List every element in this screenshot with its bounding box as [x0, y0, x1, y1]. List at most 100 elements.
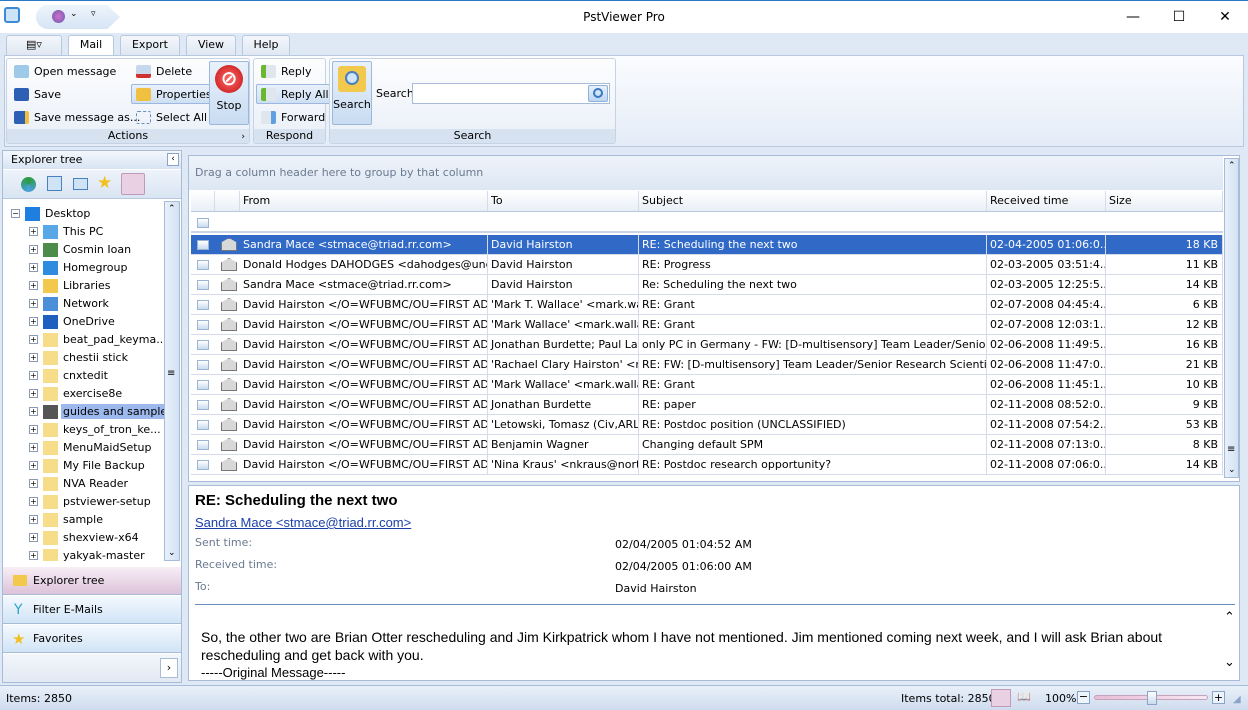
- table-row[interactable]: Donald Hodges DAHODGES <dahodges@uncg...…: [191, 255, 1223, 275]
- forward-button[interactable]: Forward: [256, 107, 326, 127]
- expand-icon[interactable]: +: [29, 551, 38, 560]
- scroll-up-icon[interactable]: ⌃: [1228, 161, 1236, 171]
- column-subject[interactable]: Subject: [639, 191, 987, 211]
- search-go-button[interactable]: [588, 85, 608, 102]
- expand-icon[interactable]: +: [29, 407, 38, 416]
- tree-item[interactable]: + Libraries: [29, 277, 165, 295]
- tree-item[interactable]: + cnxtedit: [29, 367, 165, 385]
- reply-button[interactable]: Reply: [256, 61, 312, 81]
- filter-icon[interactable]: [197, 218, 209, 228]
- row-checkbox[interactable]: [197, 360, 209, 370]
- reply-all-button[interactable]: Reply All: [256, 84, 330, 104]
- group-by-area[interactable]: Drag a column header here to group by th…: [189, 156, 1223, 190]
- tree-scrollbar[interactable]: ⌃ ≡ ⌄: [164, 201, 180, 561]
- row-checkbox[interactable]: [197, 460, 209, 470]
- row-checkbox[interactable]: [197, 300, 209, 310]
- row-checkbox[interactable]: [197, 260, 209, 270]
- zoom-slider[interactable]: [1094, 691, 1208, 705]
- row-checkbox[interactable]: [197, 340, 209, 350]
- table-row[interactable]: David Hairston </O=WFUBMC/OU=FIRST ADM..…: [191, 415, 1223, 435]
- window-icon[interactable]: [73, 178, 88, 190]
- browse-icon[interactable]: [47, 176, 62, 191]
- delete-button[interactable]: Delete: [131, 61, 193, 81]
- column-to[interactable]: To: [488, 191, 639, 211]
- tab-export[interactable]: Export: [120, 35, 180, 55]
- select-all-button[interactable]: Select All: [131, 107, 208, 127]
- row-checkbox[interactable]: [197, 380, 209, 390]
- tree-item[interactable]: + pstviewer-setup: [29, 493, 165, 511]
- row-checkbox[interactable]: [197, 240, 209, 250]
- tree-item[interactable]: + Network: [29, 295, 165, 313]
- search-input[interactable]: [412, 83, 610, 104]
- column-received-time[interactable]: Received time: [987, 191, 1106, 211]
- expand-icon[interactable]: +: [29, 371, 38, 380]
- search-button[interactable]: Search: [332, 61, 372, 125]
- expand-icon[interactable]: +: [29, 497, 38, 506]
- expand-icon[interactable]: +: [29, 335, 38, 344]
- row-checkbox[interactable]: [197, 280, 209, 290]
- expand-icon[interactable]: +: [29, 227, 38, 236]
- close-button[interactable]: ✕: [1202, 1, 1248, 33]
- table-row[interactable]: David Hairston </O=WFUBMC/OU=FIRST ADM..…: [191, 375, 1223, 395]
- tree-item[interactable]: + exercise8e: [29, 385, 165, 403]
- scroll-thumb-grip-icon[interactable]: ≡: [1227, 444, 1235, 455]
- tree-item[interactable]: + guides and samples: [29, 403, 165, 421]
- stop-button[interactable]: ⊘ Stop: [209, 61, 249, 125]
- zoom-slider-thumb[interactable]: [1147, 691, 1157, 705]
- tree-item[interactable]: + This PC: [29, 223, 165, 241]
- collapse-panel-button[interactable]: ‹: [167, 153, 179, 166]
- icon-column-header[interactable]: [215, 191, 240, 211]
- table-row[interactable]: David Hairston </O=WFUBMC/OU=FIRST ADM..…: [191, 455, 1223, 475]
- tree-item[interactable]: + MenuMaidSetup: [29, 439, 165, 457]
- properties-button[interactable]: Properties: [131, 84, 213, 104]
- maximize-button[interactable]: ☐: [1156, 1, 1202, 33]
- grid-scrollbar[interactable]: ⌃ ≡ ⌄: [1224, 158, 1239, 478]
- expand-icon[interactable]: +: [29, 425, 38, 434]
- expand-icon[interactable]: +: [29, 317, 38, 326]
- expand-icon[interactable]: +: [29, 461, 38, 470]
- table-row[interactable]: David Hairston </O=WFUBMC/OU=FIRST ADM..…: [191, 355, 1223, 375]
- expand-icon[interactable]: +: [29, 353, 38, 362]
- scroll-up-icon[interactable]: ⌃: [168, 204, 176, 214]
- expand-icon[interactable]: +: [29, 389, 38, 398]
- tree-item[interactable]: + yakyak-master: [29, 547, 165, 561]
- scroll-down-icon[interactable]: ⌄: [1224, 655, 1235, 670]
- tree-item[interactable]: + chestii stick: [29, 349, 165, 367]
- tree-item[interactable]: + My File Backup: [29, 457, 165, 475]
- expand-icon[interactable]: +: [29, 515, 38, 524]
- tree-item[interactable]: + Cosmin Ioan: [29, 241, 165, 259]
- scroll-down-icon[interactable]: ⌄: [1228, 465, 1236, 475]
- row-checkbox[interactable]: [197, 440, 209, 450]
- expand-nav-button[interactable]: ›: [160, 658, 178, 678]
- tab-mail[interactable]: Mail: [68, 35, 114, 57]
- open-message-button[interactable]: Open message: [9, 61, 117, 81]
- tree-item[interactable]: + shexview-x64: [29, 529, 165, 547]
- column-from[interactable]: From: [240, 191, 488, 211]
- nav-filter-emails[interactable]: Y Filter E-Mails: [3, 596, 181, 624]
- preview-sender-link[interactable]: Sandra Mace <stmace@triad.rr.com>: [195, 515, 411, 530]
- table-row[interactable]: David Hairston </O=WFUBMC/OU=FIRST ADM..…: [191, 435, 1223, 455]
- star-icon[interactable]: ★: [97, 173, 112, 193]
- scroll-down-icon[interactable]: ⌄: [168, 548, 176, 558]
- tree-item[interactable]: + OneDrive: [29, 313, 165, 331]
- expand-icon[interactable]: +: [29, 479, 38, 488]
- refresh-icon[interactable]: [21, 177, 36, 192]
- tree-item[interactable]: + beat_pad_keyma...: [29, 331, 165, 349]
- save-as-button[interactable]: Save message as...: [9, 107, 141, 127]
- table-row[interactable]: David Hairston </O=WFUBMC/OU=FIRST ADM..…: [191, 395, 1223, 415]
- tree-view-toggle-icon[interactable]: [121, 173, 145, 195]
- table-row[interactable]: David Hairston </O=WFUBMC/OU=FIRST ADM..…: [191, 335, 1223, 355]
- zoom-in-button[interactable]: +: [1212, 691, 1225, 704]
- tab-view[interactable]: View: [186, 35, 236, 55]
- nav-favorites[interactable]: ★ Favorites: [3, 625, 181, 653]
- dialog-launcher-icon[interactable]: ›: [241, 132, 245, 142]
- zoom-out-button[interactable]: −: [1077, 691, 1090, 704]
- scroll-thumb-grip-icon[interactable]: ≡: [167, 368, 175, 379]
- tree-item[interactable]: + keys_of_tron_ke...: [29, 421, 165, 439]
- tab-help[interactable]: Help: [242, 35, 290, 55]
- expand-icon[interactable]: +: [29, 443, 38, 452]
- expand-icon[interactable]: +: [29, 299, 38, 308]
- expand-icon[interactable]: +: [29, 263, 38, 272]
- normal-view-icon[interactable]: [991, 689, 1011, 707]
- tree-item[interactable]: + NVA Reader: [29, 475, 165, 493]
